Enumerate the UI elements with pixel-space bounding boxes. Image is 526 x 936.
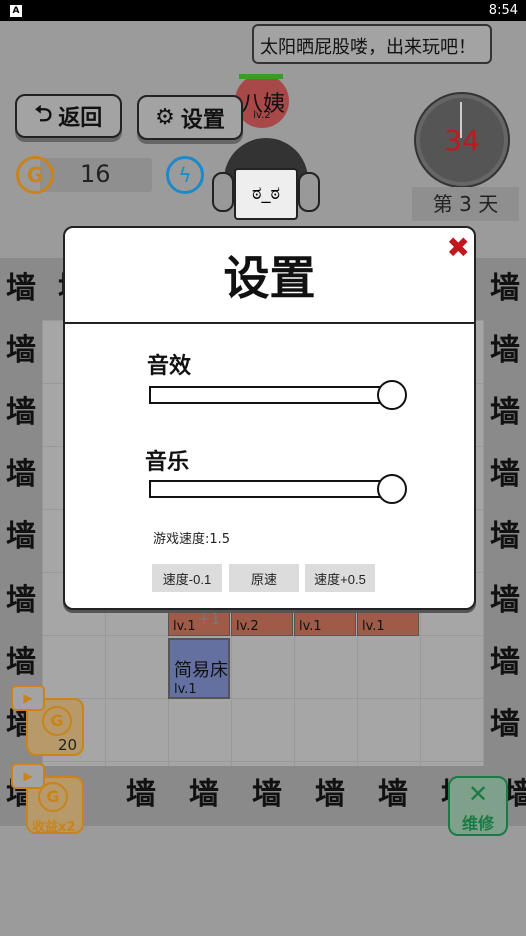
wall-tile: 墙 [490, 519, 520, 554]
gear-icon: ⚙ [155, 105, 175, 130]
wall-tile: 墙 [490, 645, 520, 680]
undo-icon: ⮌ [34, 102, 53, 127]
sound-effects-label: 音效 [147, 354, 192, 379]
wall-tile: 墙 [490, 707, 520, 742]
npc-health-bar [239, 74, 283, 79]
clock-timer: 34 [416, 94, 508, 186]
wall-tile: 墙 [6, 271, 36, 306]
wall-tile: 墙 [490, 583, 520, 618]
back-label: 返回 [58, 106, 103, 131]
wall-tile: 墙 [252, 777, 282, 812]
wall-tile: 墙 [490, 333, 520, 368]
slider-knob[interactable] [377, 474, 407, 504]
tile-level: lv.1 [362, 619, 385, 634]
repair-button[interactable]: ✕ 维修 [448, 776, 508, 836]
status-bar: A 8:54 [0, 0, 526, 21]
speed-increase-button[interactable]: 速度+0.5 [305, 564, 375, 592]
bed-simple[interactable]: 简易床 lv.1 [168, 638, 230, 699]
speech-bubble: 太阳晒屁股喽，出来玩吧！ [252, 24, 492, 64]
timer-value: 34 [444, 124, 480, 157]
app-icon: A [10, 5, 22, 17]
wall-tile: 墙 [189, 777, 219, 812]
coin-icon: G [16, 156, 54, 194]
normal-speed-button[interactable]: 原速 [229, 564, 299, 592]
wall-tile: 墙 [6, 519, 36, 554]
settings-dialog: 设置 ✖ 音效 音乐 游戏速度:1.5 速度-0.1 原速 速度+0.5 [63, 226, 476, 610]
headphone-icon [212, 172, 234, 212]
settings-button[interactable]: ⚙ 设置 [137, 95, 243, 140]
energy-icon: ϟ [166, 156, 204, 194]
bonus-text: +1 [197, 609, 221, 628]
dialog-title: 设置 [223, 251, 316, 305]
video-icon: ▶ [11, 763, 45, 789]
wall-tile: 墙 [490, 271, 520, 306]
wall-tile: 墙 [378, 777, 408, 812]
income-label: 收益x2 [32, 820, 76, 835]
wall-tile: 墙 [490, 395, 520, 430]
npc-avatar[interactable]: 八姨 lv.2 [235, 74, 289, 128]
music-label: 音乐 [145, 450, 190, 475]
wall-tile: 墙 [6, 333, 36, 368]
wall-tile: 墙 [6, 457, 36, 492]
back-button[interactable]: ⮌ 返回 [15, 94, 122, 138]
divider [65, 322, 474, 324]
settings-label: 设置 [180, 107, 225, 133]
npc-level: lv.2 [253, 110, 271, 121]
slider-knob[interactable] [377, 380, 407, 410]
bed-level: lv.1 [174, 682, 197, 697]
wrench-icon: ✕ [467, 780, 489, 808]
sound-effects-slider[interactable] [149, 380, 407, 410]
tile-level: lv.1 [299, 619, 322, 634]
tile-level: lv.2 [236, 619, 259, 634]
player-character[interactable]: ಠ_ಠ [212, 138, 320, 238]
wall-tile: 墙 [6, 583, 36, 618]
repair-label: 维修 [461, 814, 494, 833]
coin-counter: 16 [40, 158, 152, 192]
video-icon: ▶ [11, 685, 45, 711]
close-icon[interactable]: ✖ [447, 234, 470, 262]
coin-value: 16 [80, 160, 111, 188]
clock: 8:54 [488, 3, 518, 18]
coins-amount: 20 [58, 736, 78, 754]
game-speed-text: 游戏速度:1.5 [153, 532, 231, 547]
speed-decrease-button[interactable]: 速度-0.1 [152, 564, 222, 592]
wall-tile: 墙 [490, 457, 520, 492]
wall-tile: 墙 [315, 777, 345, 812]
bed-name: 简易床 [174, 660, 228, 681]
wall-tile: 墙 [126, 777, 156, 812]
day-label: 第 3 天 [412, 187, 519, 221]
music-slider[interactable] [149, 474, 407, 504]
wall-tile: 墙 [6, 395, 36, 430]
tile-level: lv.1 [173, 619, 196, 634]
